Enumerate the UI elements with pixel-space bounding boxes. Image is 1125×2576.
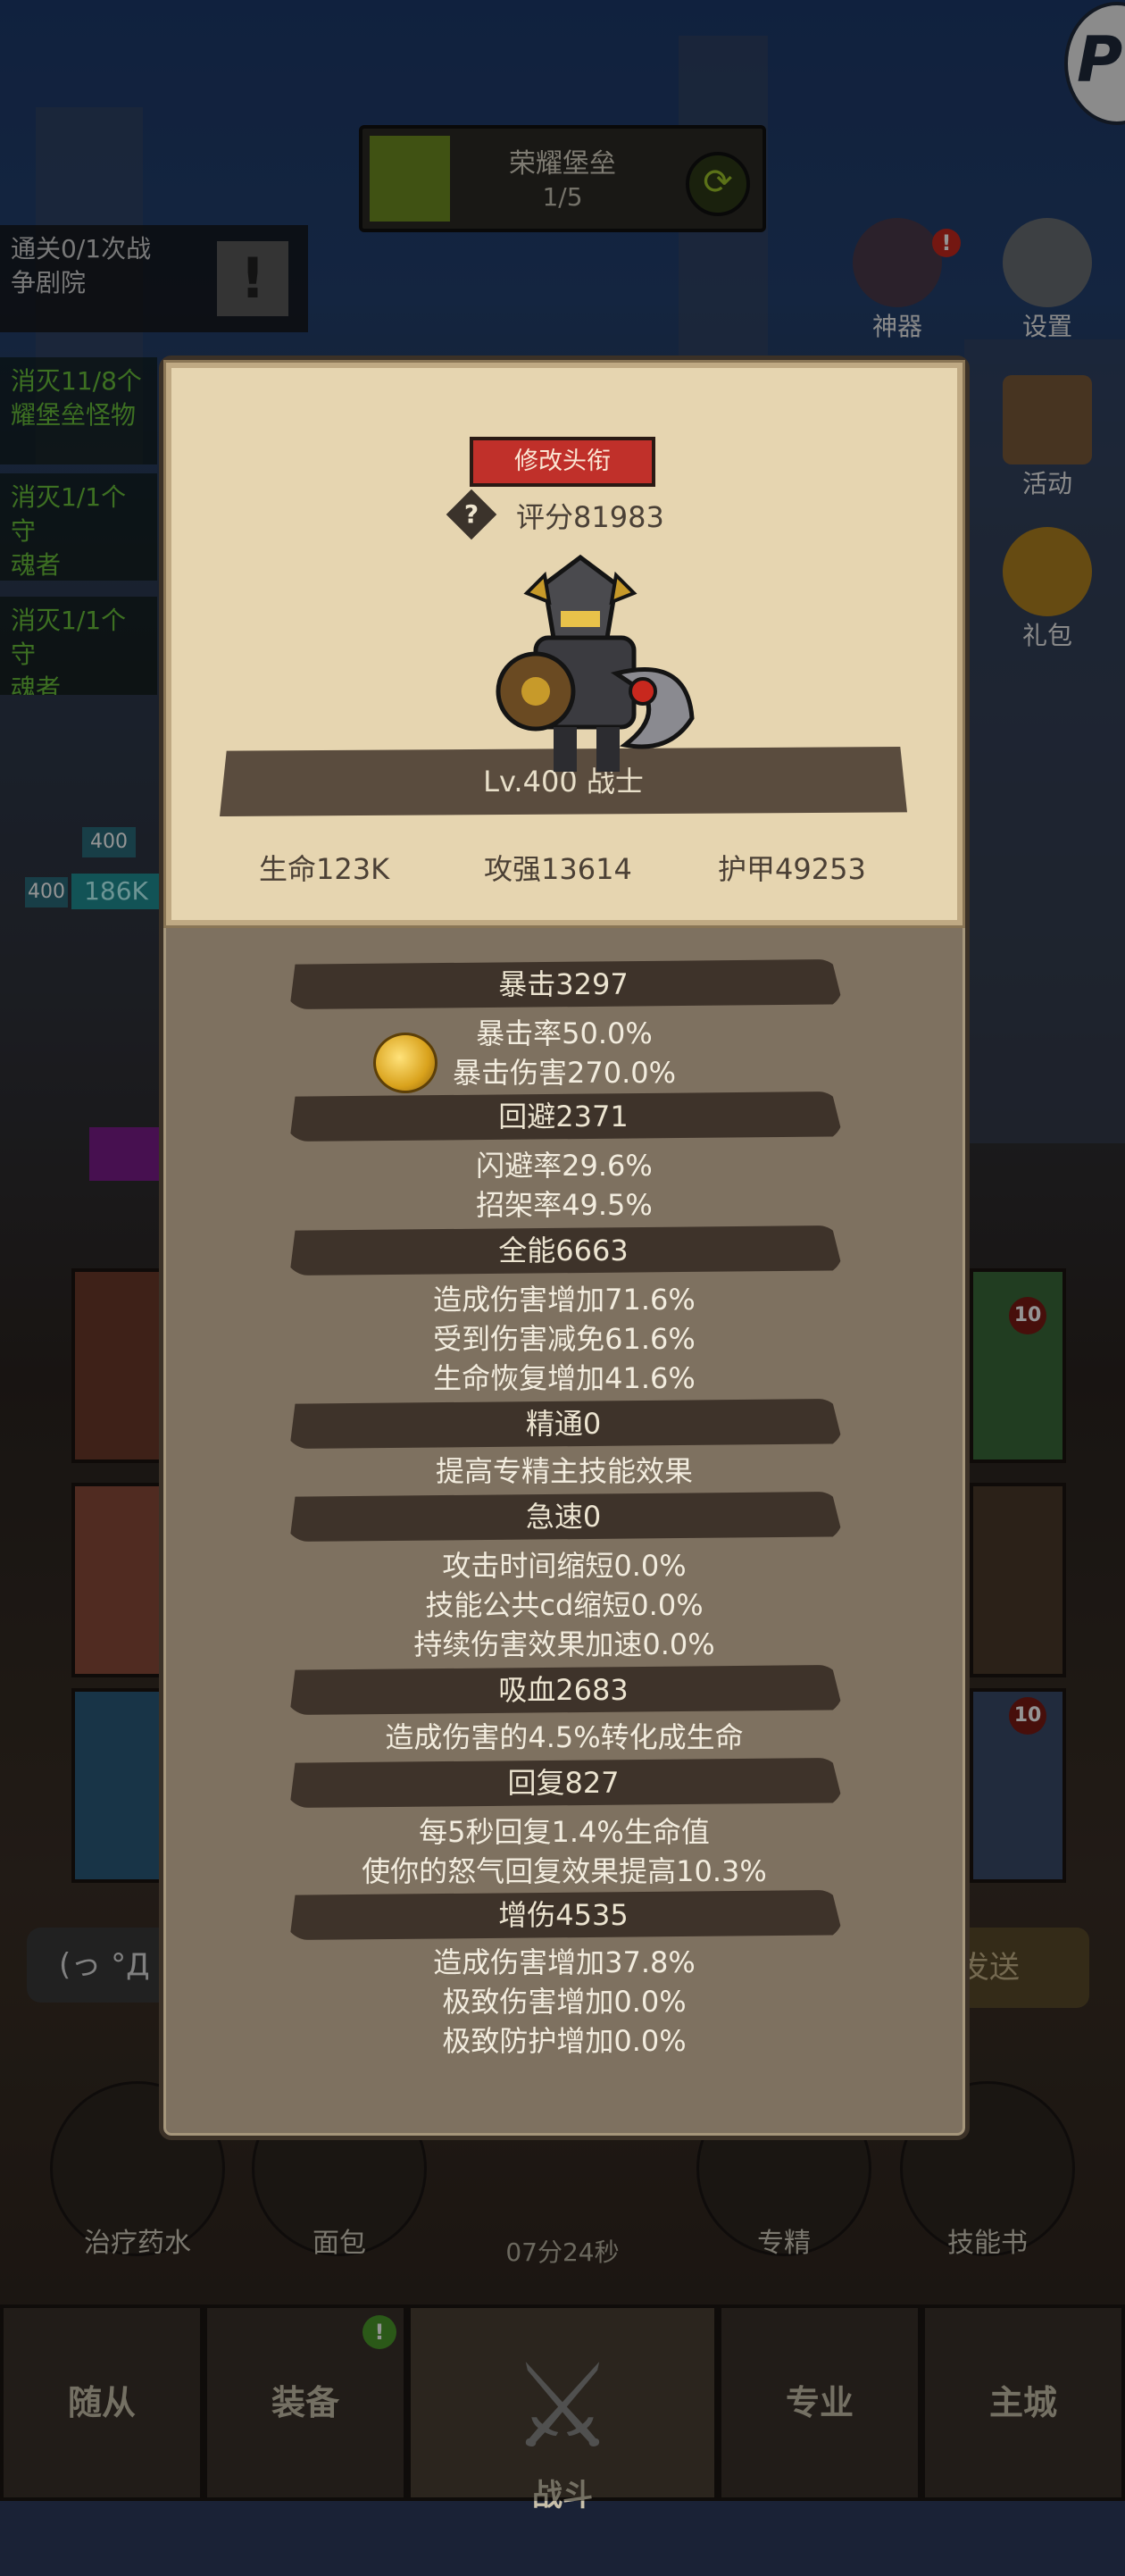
stat-line: 极致防护增加0.0% — [442, 2024, 687, 2058]
stat-category: 增伤4535 — [289, 1890, 843, 1940]
stat-line: 闪避率29.6% — [476, 1149, 653, 1183]
warrior-avatar — [496, 554, 695, 772]
stat-line: 每5秒回复1.4%生命值 — [419, 1815, 710, 1849]
stat-line: 受到伤害减免61.6% — [433, 1322, 696, 1356]
help-icon[interactable]: ? — [454, 496, 489, 533]
stat-category: 暴击3297 — [289, 959, 843, 1009]
stat-line: 暴击率50.0% — [476, 1016, 653, 1050]
score-text: 评分81983 — [516, 500, 664, 534]
stat-line: 生命恢复增加41.6% — [433, 1361, 696, 1395]
stat-category: 吸血2683 — [289, 1665, 843, 1715]
stat-category: 精通0 — [289, 1399, 843, 1449]
stat-line: 技能公共cd缩短0.0% — [425, 1588, 704, 1622]
stat-category: 回复827 — [289, 1758, 843, 1808]
stat-line: 提高专精主技能效果 — [435, 1454, 693, 1488]
base-stat-armor: 护甲49253 — [718, 852, 866, 886]
stat-line: 攻击时间缩短0.0% — [442, 1549, 687, 1583]
stat-line: 造成伤害增加37.8% — [433, 1945, 696, 1979]
stat-line: 招架率49.5% — [476, 1188, 653, 1222]
base-stat-attack: 攻强13614 — [484, 852, 632, 886]
change-title-button[interactable]: 修改头衔 — [470, 437, 655, 487]
stat-line: 造成伤害增加71.6% — [433, 1283, 696, 1317]
stat-line: 暴击伤害270.0% — [452, 1056, 677, 1090]
stat-line: 持续伤害效果加速0.0% — [413, 1627, 715, 1661]
stat-category: 急速0 — [289, 1492, 843, 1542]
stat-line: 极致伤害增加0.0% — [442, 1985, 687, 2019]
stat-line: 使你的怒气回复效果提高10.3% — [362, 1854, 767, 1888]
stat-line: 造成伤害的4.5%转化成生命 — [385, 1720, 744, 1754]
stat-category: 回避2371 — [289, 1091, 843, 1142]
stat-category: 全能6663 — [289, 1225, 843, 1275]
base-stat-hp: 生命123K — [259, 852, 390, 886]
